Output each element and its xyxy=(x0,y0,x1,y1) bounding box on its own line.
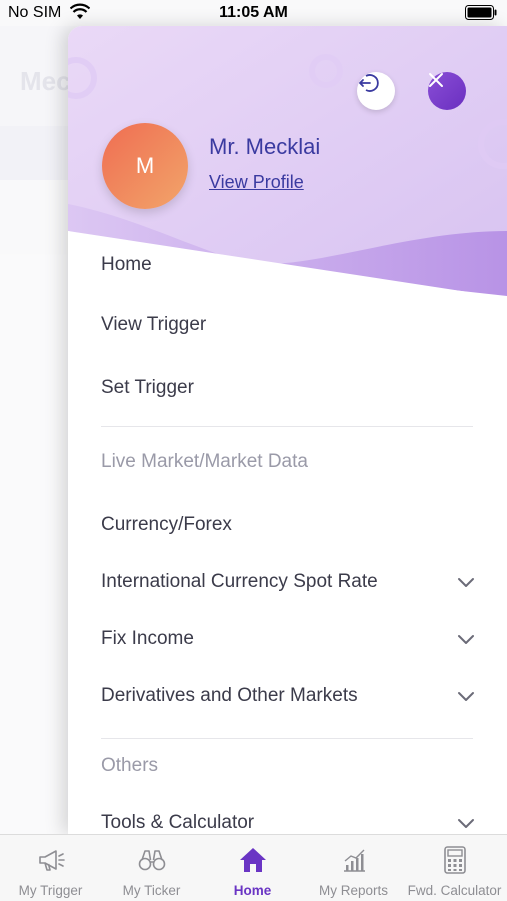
menu-item-label: Fix Income xyxy=(101,628,194,649)
tab-home[interactable]: Home xyxy=(202,835,303,901)
tab-label: My Trigger xyxy=(18,883,83,898)
chart-icon xyxy=(343,849,365,872)
status-bar: No SIM 11:05 AM xyxy=(0,0,507,26)
chevron-down-icon xyxy=(458,819,474,828)
menu-item-view-trigger[interactable]: View Trigger xyxy=(101,314,481,336)
calculator-icon xyxy=(443,846,466,874)
clock: 11:05 AM xyxy=(219,4,288,21)
menu-item-label: Currency/Forex xyxy=(101,514,232,535)
menu-item-label: View Trigger xyxy=(101,314,207,335)
menu-item-label: Set Trigger xyxy=(101,377,194,398)
view-profile-link[interactable]: View Profile xyxy=(209,172,304,193)
menu-item-home[interactable]: Home xyxy=(101,254,481,276)
chevron-down-icon xyxy=(458,635,474,644)
menu-item-label: International Currency Spot Rate xyxy=(101,571,378,592)
avatar[interactable]: M xyxy=(102,123,188,209)
home-icon xyxy=(239,848,266,872)
tab-label: Home xyxy=(233,883,272,898)
menu-item-label: Tools & Calculator xyxy=(101,812,255,833)
menu-divider xyxy=(101,426,473,427)
tab-my-reports[interactable]: My Reports xyxy=(303,835,404,901)
tab-my-ticker[interactable]: My Ticker xyxy=(101,835,202,901)
background-title: Mec xyxy=(20,66,71,96)
megaphone-icon xyxy=(38,850,65,871)
tab-label: My Ticker xyxy=(122,883,181,898)
tab-fwd-calculator[interactable]: Fwd. Calculator xyxy=(404,835,505,901)
menu-item-fix-income[interactable]: Fix Income xyxy=(101,628,481,650)
menu-item-label: Derivatives and Other Markets xyxy=(101,685,358,706)
logout-button[interactable] xyxy=(357,72,395,110)
binoculars-icon xyxy=(138,850,165,871)
tab-label: Fwd. Calculator xyxy=(407,883,502,898)
close-icon xyxy=(429,73,443,87)
bottom-tab-bar: My Trigger My Ticker Home My Reports Fwd… xyxy=(0,834,507,901)
menu-item-spot-rate[interactable]: International Currency Spot Rate xyxy=(101,571,481,593)
navigation-drawer: M Mr. Mecklai View Profile Home View Tri… xyxy=(68,26,507,834)
user-name: Mr. Mecklai xyxy=(209,134,321,159)
section-label-market: Live Market/Market Data xyxy=(101,451,308,472)
tab-my-trigger[interactable]: My Trigger xyxy=(0,835,101,901)
section-label-others: Others xyxy=(101,755,159,776)
close-drawer-button[interactable] xyxy=(428,72,466,110)
battery-icon xyxy=(465,5,497,20)
tab-label: My Reports xyxy=(318,883,389,898)
chevron-down-icon xyxy=(458,692,474,701)
menu-item-derivatives[interactable]: Derivatives and Other Markets xyxy=(101,685,481,707)
menu-item-currency-forex[interactable]: Currency/Forex xyxy=(101,514,481,536)
menu-item-label: Home xyxy=(101,254,152,275)
menu-divider xyxy=(101,738,473,739)
logout-icon xyxy=(359,74,379,92)
menu-item-set-trigger[interactable]: Set Trigger xyxy=(101,377,481,399)
menu-item-tools-calculator[interactable]: Tools & Calculator xyxy=(101,812,481,834)
chevron-down-icon xyxy=(458,578,474,587)
